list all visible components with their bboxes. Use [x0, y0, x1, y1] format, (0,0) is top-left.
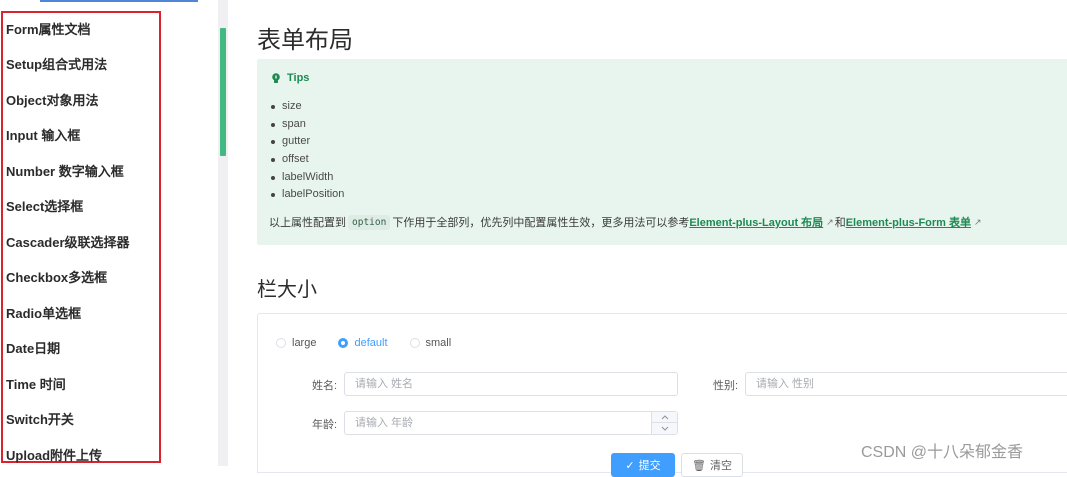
sidebar-item-number[interactable]: Number 数字输入框: [6, 161, 124, 180]
watermark: CSDN @十八朵郁金香: [861, 444, 1024, 461]
tips-list: size span gutter offset labelWidth label…: [271, 98, 344, 204]
gender-label: 性别:: [713, 380, 739, 392]
sidebar-item-time[interactable]: Time 时间: [6, 374, 66, 393]
radio-label: large: [292, 337, 317, 349]
list-item: labelWidth: [271, 169, 344, 187]
lightbulb-icon: [271, 72, 281, 84]
list-item: labelPosition: [271, 186, 344, 204]
layout-docs-link[interactable]: Element-plus-Layout 布局: [689, 214, 823, 230]
name-input[interactable]: 请输入 姓名: [344, 372, 678, 396]
decrease-button[interactable]: [652, 423, 677, 434]
check-icon: ✓: [625, 459, 635, 472]
sidebar-active-bar: [40, 0, 198, 2]
list-item: span: [271, 116, 344, 134]
tips-heading: Tips: [271, 72, 309, 84]
list-item: offset: [271, 151, 344, 169]
tips-desc-and: 和: [834, 217, 846, 229]
sidebar-item-form-docs[interactable]: Form属性文档: [6, 19, 91, 38]
radio-circle-icon: [276, 338, 286, 348]
quantity-stepper[interactable]: [651, 412, 677, 434]
size-radio-group: large default small: [276, 337, 473, 349]
tips-desc-middle: 下作用于全部列，优先列中配置属性生效，更多用法可以参考: [392, 217, 690, 229]
radio-checked-icon: [338, 338, 349, 348]
list-item: size: [271, 98, 344, 116]
radio-default[interactable]: default: [338, 337, 388, 349]
sidebar-item-input[interactable]: Input 输入框: [6, 125, 80, 144]
radio-small[interactable]: small: [409, 337, 452, 349]
radio-large[interactable]: large: [276, 337, 316, 349]
age-number-input[interactable]: 请输入 年龄: [344, 411, 678, 435]
sidebar-item-checkbox[interactable]: Checkbox多选框: [6, 267, 107, 286]
radio-circle-icon: [409, 338, 420, 348]
tips-desc-prefix: 以上属性配置到: [269, 217, 346, 229]
age-label: 年龄:: [312, 419, 338, 431]
sidebar-item-radio[interactable]: Radio单选框: [6, 303, 81, 322]
trash-icon: 🗑: [692, 459, 706, 472]
chevron-down-icon: [661, 426, 668, 431]
clear-button[interactable]: 🗑 清空: [681, 453, 743, 477]
sidebar-item-cascader[interactable]: Cascader级联选择器: [6, 232, 130, 251]
page-title: 表单布局: [257, 27, 353, 54]
age-placeholder: 请输入 年龄: [355, 417, 414, 429]
external-link-icon: ↗: [974, 216, 982, 227]
sidebar-item-date[interactable]: Date日期: [6, 338, 60, 357]
form-docs-link[interactable]: Element-plus-Form 表单: [846, 214, 971, 230]
submit-label: 提交: [638, 460, 661, 472]
tips-title: Tips: [287, 72, 310, 84]
sidebar-item-setup[interactable]: Setup组合式用法: [6, 54, 107, 73]
tips-description: 以上属性配置到 option 下作用于全部列，优先列中配置属性生效，更多用法可以…: [269, 214, 983, 230]
radio-label: small: [425, 337, 452, 349]
chevron-up-icon: [661, 414, 668, 419]
inline-code: option: [348, 214, 391, 230]
submit-button[interactable]: ✓ 提交: [611, 453, 675, 477]
section-title: 栏大小: [257, 279, 317, 301]
radio-label: default: [354, 337, 388, 349]
sidebar-item-object[interactable]: Object对象用法: [6, 90, 98, 109]
increase-button[interactable]: [652, 412, 677, 423]
sidebar-item-switch[interactable]: Switch开关: [6, 409, 74, 428]
sidebar-item-select[interactable]: Select选择框: [6, 196, 83, 215]
external-link-icon: ↗: [826, 216, 834, 227]
sidebar: Form属性文档 Setup组合式用法 Object对象用法 Input 输入框…: [0, 0, 218, 466]
gender-input[interactable]: 请输入 性别: [745, 372, 1067, 396]
main-content: 表单布局 Tips size span gutter offset labelW…: [228, 0, 1067, 477]
sidebar-item-upload[interactable]: Upload附件上传: [6, 445, 102, 464]
sidebar-scrollbar-thumb[interactable]: [220, 28, 226, 156]
list-item: gutter: [271, 133, 344, 151]
name-label: 姓名:: [312, 380, 338, 392]
clear-label: 清空: [709, 460, 732, 472]
tips-box: Tips size span gutter offset labelWidth …: [257, 59, 1067, 245]
